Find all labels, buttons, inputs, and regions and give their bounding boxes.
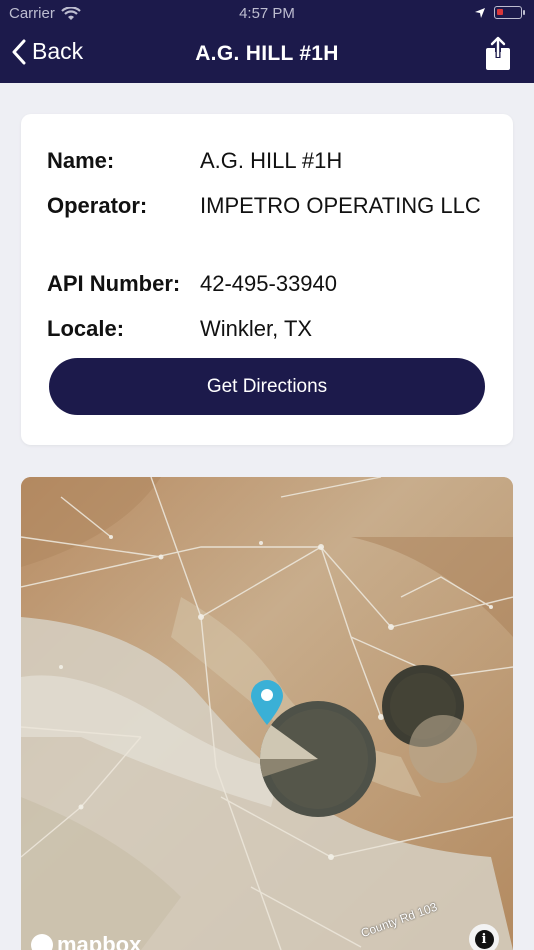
clock: 4:57 PM bbox=[239, 5, 295, 22]
share-icon[interactable] bbox=[484, 36, 512, 72]
navigation-bar: Carrier 4:57 PM Back A.G. HILL #1H bbox=[0, 0, 534, 83]
mapbox-attribution[interactable]: mapbox bbox=[31, 932, 141, 950]
locale-value: Winkler, TX bbox=[200, 316, 313, 341]
get-directions-button[interactable]: Get Directions bbox=[49, 358, 485, 415]
page-title: A.G. HILL #1H bbox=[195, 42, 339, 65]
battery-icon bbox=[494, 6, 525, 19]
map-pin-icon[interactable] bbox=[249, 678, 285, 726]
status-indicators bbox=[474, 6, 525, 19]
location-arrow-icon bbox=[475, 7, 485, 18]
satellite-map[interactable]: County Rd 103 mapbox i bbox=[21, 477, 513, 950]
name-label: Name: bbox=[47, 148, 115, 173]
well-details-card: Name: A.G. HILL #1H Operator: IMPETRO OP… bbox=[21, 114, 513, 445]
api-number-value: 42-495-33940 bbox=[200, 271, 338, 296]
locale-label: Locale: bbox=[47, 316, 125, 341]
info-icon: i bbox=[474, 929, 494, 949]
map-info-button[interactable]: i bbox=[469, 924, 499, 950]
name-value: A.G. HILL #1H bbox=[200, 148, 343, 173]
mapbox-label: mapbox bbox=[57, 932, 142, 950]
operator-value: IMPETRO OPERATING LLC bbox=[200, 193, 481, 218]
operator-label: Operator: bbox=[47, 193, 148, 218]
status-bar: Carrier 4:57 PM bbox=[0, 0, 534, 28]
mapbox-logo-icon bbox=[31, 934, 53, 950]
api-number-label: API Number: bbox=[47, 271, 181, 296]
